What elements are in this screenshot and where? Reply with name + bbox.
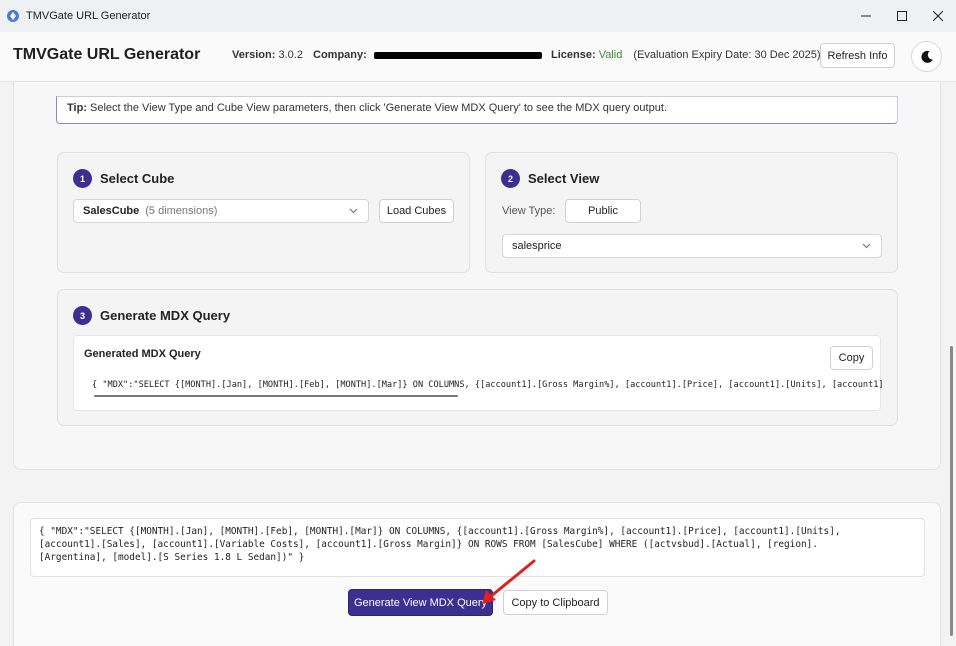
window-titlebar: TMVGate URL Generator [0, 0, 956, 32]
chevron-down-icon [862, 243, 871, 249]
version-info: Version: 3.0.2 [232, 49, 303, 61]
generated-mdx-code: { "MDX":"SELECT {[MONTH].[Jan], [MONTH].… [92, 380, 882, 390]
generated-mdx-box: Generated MDX Query Copy { "MDX":"SELECT… [73, 335, 882, 411]
step-number-1: 1 [73, 169, 92, 188]
chevron-down-icon [349, 208, 358, 214]
tip-prefix: Tip: [67, 102, 87, 114]
minimize-button[interactable] [848, 0, 884, 32]
generate-mdx-card: 3 Generate MDX Query Generated MDX Query… [57, 289, 898, 426]
window-title: TMVGate URL Generator [26, 10, 151, 22]
red-arrow-annotation [482, 559, 536, 604]
version-label: Version: [232, 49, 276, 61]
theme-toggle-button[interactable] [911, 41, 942, 72]
cube-select[interactable]: SalesCube (5 dimensions) [73, 199, 369, 223]
company-info: Company: [313, 49, 542, 61]
maximize-icon [897, 11, 907, 21]
company-redacted [373, 51, 542, 59]
cube-dimensions: (5 dimensions) [145, 205, 218, 217]
app-title: TMVGate URL Generator [13, 46, 201, 63]
view-type-label: View Type: [502, 205, 556, 217]
generated-mdx-label: Generated MDX Query [84, 348, 201, 360]
minimize-icon [861, 15, 871, 17]
close-icon [933, 11, 943, 21]
view-select[interactable]: salesprice [502, 234, 882, 258]
maximize-button[interactable] [884, 0, 920, 32]
select-cube-card: 1 Select Cube SalesCube (5 dimensions) L… [57, 152, 470, 273]
tip-text: Select the View Type and Cube View param… [90, 102, 667, 114]
step-number-3: 3 [73, 306, 92, 325]
select-cube-title: Select Cube [100, 171, 175, 186]
close-button[interactable] [920, 0, 956, 32]
copy-button[interactable]: Copy [830, 346, 873, 370]
company-label: Company: [313, 49, 367, 61]
moon-icon [920, 50, 933, 63]
app-header: TMVGate URL Generator Version: 3.0.2 Com… [0, 32, 956, 82]
generate-mdx-title: Generate MDX Query [100, 308, 231, 323]
step-number-2: 2 [501, 169, 520, 188]
main-panel: Tip: Select the View Type and Cube View … [13, 82, 941, 470]
app-logo-icon [7, 10, 19, 22]
horizontal-scrollbar[interactable] [94, 395, 458, 397]
tip-banner: Tip: Select the View Type and Cube View … [56, 96, 898, 124]
load-cubes-button[interactable]: Load Cubes [379, 199, 454, 223]
license-expiry: (Evaluation Expiry Date: 30 Dec 2025) [633, 49, 821, 61]
refresh-info-button[interactable]: Refresh Info [820, 43, 895, 68]
license-info: License: Valid (Evaluation Expiry Date: … [551, 49, 821, 61]
cube-name: SalesCube [83, 205, 140, 217]
select-view-title: Select View [528, 171, 600, 186]
vertical-scrollbar[interactable] [950, 346, 953, 636]
license-label: License: [551, 49, 596, 61]
view-type-public-button[interactable]: Public [565, 199, 641, 223]
license-status: Valid [598, 49, 623, 61]
version-value: 3.0.2 [278, 49, 303, 61]
select-view-card: 2 Select View View Type: Public salespri… [485, 152, 898, 273]
view-name: salesprice [512, 240, 562, 252]
